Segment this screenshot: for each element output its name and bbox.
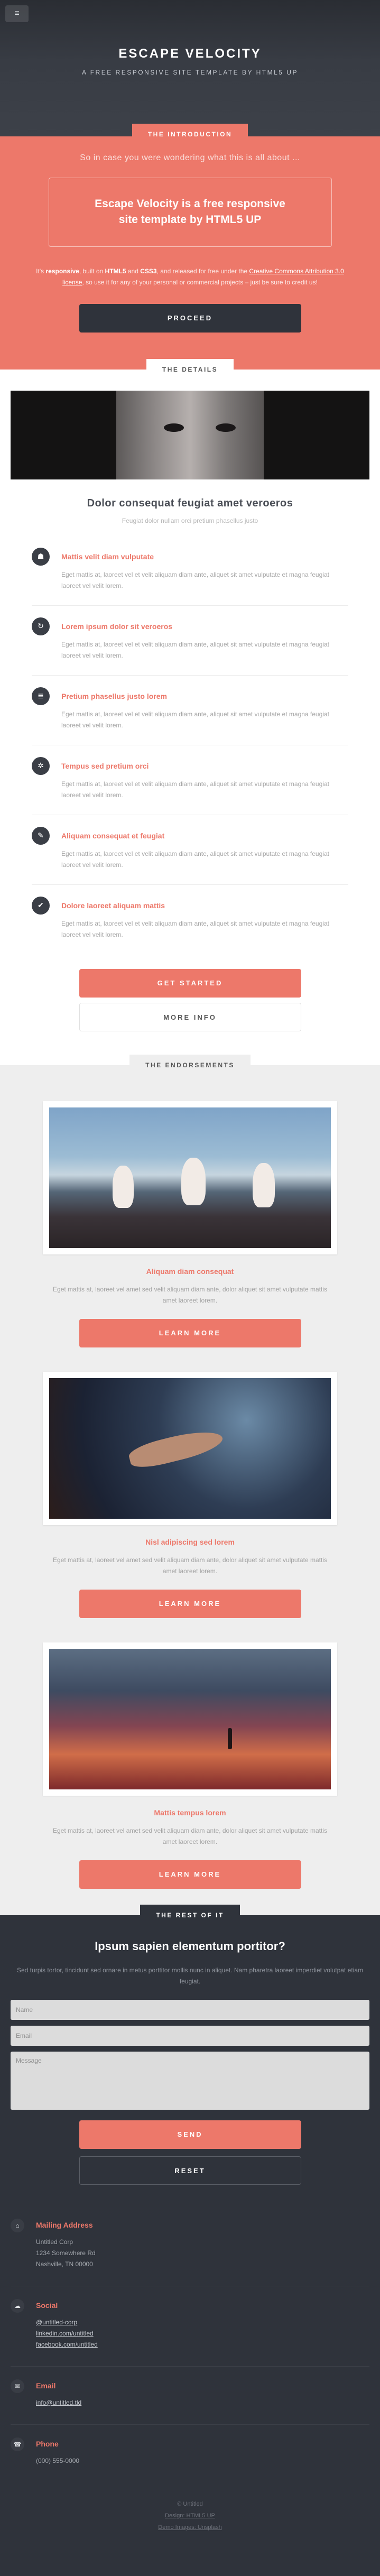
endorsement-text: Eget mattis at, laoreet vel amet sed vel…	[53, 1556, 327, 1575]
endorsement-photo[interactable]	[43, 1642, 337, 1796]
email-field[interactable]	[11, 2025, 369, 2046]
details-subtitle: Feugiat dolor nullam orci pretium phasel…	[122, 516, 258, 524]
endorsements-section: The Endorsements Aliquam diam consequat …	[0, 1054, 380, 1915]
learn-more-button[interactable]: Learn More	[79, 1860, 301, 1889]
endorsement-text: Eget mattis at, laoreet vel amet sed vel…	[53, 1826, 327, 1845]
footer-title: Ipsum sapien elementum portitor?	[95, 1939, 285, 1953]
feature-item: ↻ Lorem ipsum dolor sit veroeros Eget ma…	[32, 606, 348, 676]
contact-item-address: ⌂ Mailing Address Untitled Corp 1234 Som…	[11, 2206, 369, 2286]
contact-list: ⌂ Mailing Address Untitled Corp 1234 Som…	[11, 2206, 369, 2482]
endorsement-title: Mattis tempus lorem	[154, 1808, 226, 1817]
wrench-icon: ✎	[32, 826, 50, 845]
learn-more-button[interactable]: Learn More	[79, 1318, 301, 1347]
feature-text: Eget mattis at, laoreet vel et velit ali…	[61, 919, 329, 938]
endorsement-text: Eget mattis at, laoreet vel amet sed vel…	[53, 1285, 327, 1304]
endorsement-item: Aliquam diam consequat Eget mattis at, l…	[0, 1101, 380, 1347]
feature-text: Eget mattis at, laoreet vel et velit ali…	[61, 850, 329, 869]
learn-more-button[interactable]: Learn More	[79, 1589, 301, 1618]
intro-section: The Introduction So in case you were won…	[0, 124, 380, 370]
list-icon: ≣	[32, 687, 50, 705]
feature-title: Lorem ipsum dolor sit veroeros	[61, 622, 173, 631]
feature-item: ✲ Tempus sed pretium orci Eget mattis at…	[32, 745, 348, 815]
refresh-icon: ↻	[32, 617, 50, 635]
intro-box-title: Escape Velocity is a free responsive sit…	[95, 198, 285, 226]
contact-title: Email	[36, 2381, 56, 2390]
site-title[interactable]: Escape Velocity	[0, 0, 380, 61]
reset-button[interactable]: Reset	[79, 2156, 301, 2185]
footer-text: Sed turpis tortor, tincidunt sed ornare …	[17, 1966, 363, 1985]
endorsements-tag: The Endorsements	[129, 1054, 251, 1076]
contact-lines: Untitled Corp 1234 Somewhere Rd Nashvill…	[36, 2238, 96, 2268]
contact-title: Social	[36, 2301, 58, 2310]
contact-title: Phone	[36, 2439, 59, 2448]
phone-icon: ☎	[11, 2437, 24, 2451]
endorsement-title: Aliquam diam consequat	[146, 1267, 234, 1276]
envelope-icon: ✉	[11, 2379, 24, 2393]
more-info-button[interactable]: More Info	[79, 1002, 301, 1031]
message-field[interactable]	[11, 2051, 369, 2110]
intro-text: It's responsive, built on HTML5 and CSS3…	[36, 267, 344, 286]
contact-item-phone: ☎ Phone (000) 555-0000	[11, 2424, 369, 2482]
menu-toggle-button[interactable]: ≡	[5, 5, 29, 22]
get-started-button[interactable]: Get Started	[79, 968, 301, 998]
contact-title: Mailing Address	[36, 2220, 93, 2229]
feature-item: ≣ Pretium phasellus justo lorem Eget mat…	[32, 676, 348, 745]
intro-box: Escape Velocity is a free responsive sit…	[48, 178, 332, 247]
rest-tag: The Rest Of It	[140, 1904, 240, 1926]
site-header: ≡ Escape Velocity A free responsive site…	[0, 0, 380, 136]
feature-text: Eget mattis at, laoreet vel et velit ali…	[61, 640, 329, 659]
proceed-button[interactable]: Proceed	[79, 303, 301, 333]
contact-item-social: ☁ Social @untitled-corp linkedin.com/unt…	[11, 2285, 369, 2366]
contact-lines: (000) 555-0000	[36, 2457, 80, 2464]
endorsement-photo[interactable]	[43, 1371, 337, 1525]
hero-image	[11, 390, 369, 479]
twitter-link[interactable]: @untitled-corp	[36, 2319, 77, 2326]
details-section: The Details Dolor consequat feugiat amet…	[0, 358, 380, 1065]
endorsement-photo[interactable]	[43, 1101, 337, 1254]
feature-title: Pretium phasellus justo lorem	[61, 691, 167, 700]
feature-title: Tempus sed pretium orci	[61, 761, 149, 770]
linkedin-link[interactable]: linkedin.com/untitled	[36, 2330, 94, 2337]
endorsement-item: Nisl adipiscing sed lorem Eget mattis at…	[0, 1371, 380, 1618]
intro-lead: So in case you were wondering what this …	[80, 153, 300, 162]
hamburger-icon: ≡	[14, 9, 20, 18]
feature-text: Eget mattis at, laoreet vel et velit ali…	[61, 570, 329, 589]
feature-title: Mattis velit diam vulputate	[61, 552, 154, 561]
feature-item: ✎ Aliquam consequat et feugiat Eget matt…	[32, 815, 348, 885]
home-icon: ⌂	[11, 2218, 24, 2232]
endorsement-title: Nisl adipiscing sed lorem	[145, 1537, 235, 1546]
endorsement-item: Mattis tempus lorem Eget mattis at, laor…	[0, 1642, 380, 1889]
feature-title: Dolore laoreet aliquam mattis	[61, 901, 165, 910]
check-icon: ✔	[32, 896, 50, 915]
contact-lines: @untitled-corp linkedin.com/untitled fac…	[36, 2317, 369, 2350]
facebook-link[interactable]: facebook.com/untitled	[36, 2341, 98, 2348]
send-button[interactable]: Send	[79, 2120, 301, 2149]
details-tag: The Details	[146, 358, 234, 380]
contact-form	[11, 1999, 369, 2110]
feature-title: Aliquam consequat et feugiat	[61, 831, 165, 840]
site-tagline: A free responsive site template by HTML5…	[82, 69, 298, 76]
intro-tag: The Introduction	[132, 124, 248, 145]
gear-icon: ✲	[32, 756, 50, 775]
footer-section: The Rest Of It Ipsum sapien elementum po…	[0, 1904, 380, 2561]
details-title: Dolor consequat feugiat amet veroeros	[87, 497, 293, 509]
feature-item: ☗ Mattis velit diam vulputate Eget matti…	[32, 541, 348, 606]
feature-text: Eget mattis at, laoreet vel et velit ali…	[61, 710, 329, 729]
contact-lines: info@untitled.tld	[36, 2397, 369, 2408]
chat-icon: ☁	[11, 2298, 24, 2313]
email-link[interactable]: info@untitled.tld	[36, 2399, 81, 2406]
feature-item: ✔ Dolore laoreet aliquam mattis Eget mat…	[32, 885, 348, 954]
contact-item-email: ✉ Email info@untitled.tld	[11, 2366, 369, 2424]
feature-text: Eget mattis at, laoreet vel et velit ali…	[61, 780, 329, 799]
copyright: © Untitled Design: HTML5 UP Demo Images:…	[0, 2498, 380, 2533]
map-pin-icon: ☗	[32, 547, 50, 566]
name-field[interactable]	[11, 1999, 369, 2020]
design-credit-link[interactable]: Design: HTML5 UP	[0, 2510, 380, 2522]
images-credit-link[interactable]: Demo Images: Unsplash	[0, 2522, 380, 2533]
feature-list: ☗ Mattis velit diam vulputate Eget matti…	[32, 541, 348, 954]
